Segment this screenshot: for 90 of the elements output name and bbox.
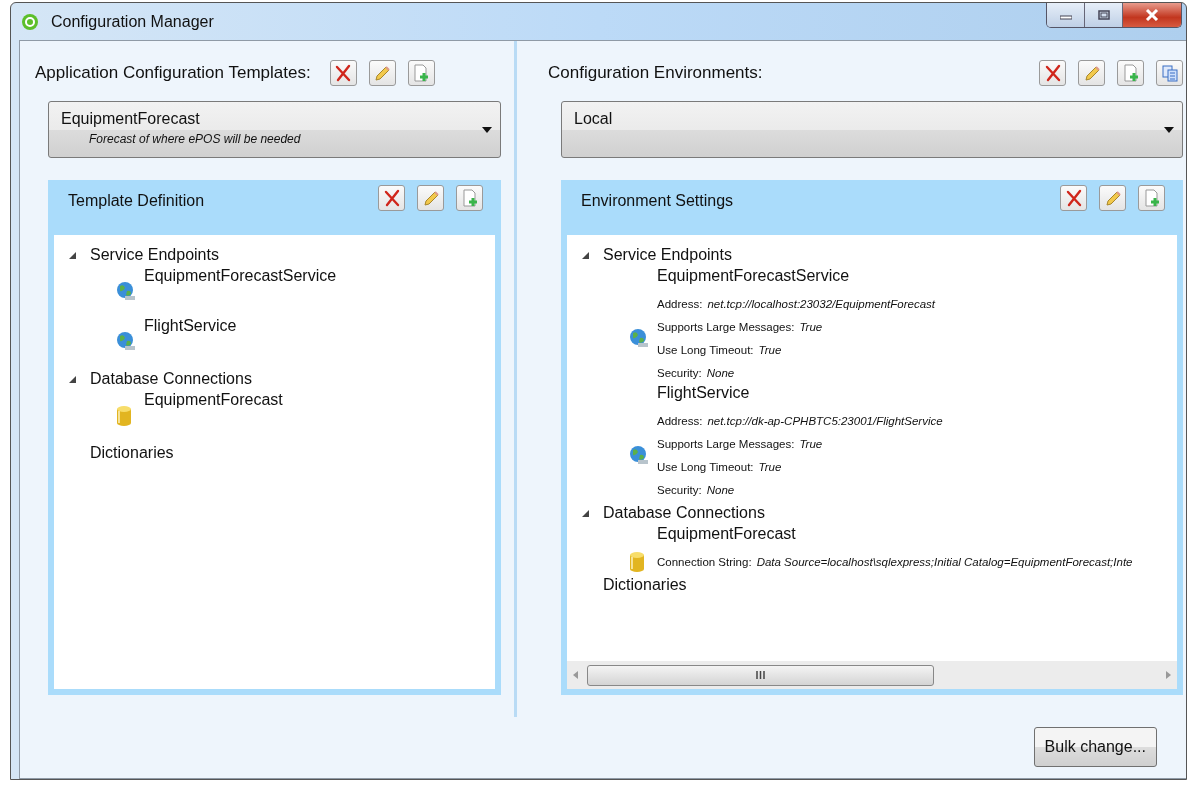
tree-item[interactable]: EquipmentForecast [144,391,283,409]
delete-button[interactable] [1060,185,1087,211]
new-document-icon [1121,64,1140,82]
new-document-icon [412,64,431,82]
property-value: True [758,343,782,356]
dropdown[interactable]: Local [561,101,1183,158]
tree-item[interactable]: Database Connections [90,370,252,388]
app-icon [21,12,39,31]
edit-button[interactable] [1078,60,1105,86]
delete-button[interactable] [378,185,405,211]
pencil-icon [1103,189,1122,207]
property-label: Security: [657,483,702,496]
new-document-icon [460,189,479,207]
expander-icon[interactable] [68,250,77,260]
globe-icon [116,281,136,301]
globe-icon [629,445,649,465]
pencil-icon [1082,64,1101,82]
maximize-icon [1097,10,1110,20]
caret-icon [1164,126,1174,133]
property-label: Address: [657,297,703,310]
property-value: True [799,437,823,450]
add-button[interactable] [1138,185,1165,211]
scroll-right-icon [1165,671,1171,679]
copy-icon [1160,64,1179,82]
tree-item[interactable]: Dictionaries [603,576,687,594]
add-button[interactable] [407,60,435,86]
tree-item[interactable]: EquipmentForecast [657,525,796,550]
section-label: Configuration Environments: [547,63,764,83]
expander-icon[interactable] [68,374,77,384]
delete-icon [1043,64,1062,82]
dropdown[interactable]: EquipmentForecast Forecast of where ePOS will be needed [48,101,501,158]
pencil-icon [421,189,440,207]
description-text: Forecast of where ePOS will be needed [88,132,302,146]
globe-icon [629,328,649,348]
property-value: True [799,320,823,333]
add-button[interactable] [456,185,483,211]
window-title: Configuration Manager [51,12,214,31]
tree-item[interactable]: EquipmentForecastService [657,267,850,292]
property-label: Supports Large Messages: [657,437,795,450]
delete-icon [334,64,353,82]
panel-title: Environment Settings [581,192,734,210]
pencil-icon [373,64,392,82]
delete-icon [1064,189,1083,207]
edit-button[interactable] [417,185,444,211]
tree-item[interactable]: EquipmentForecastService [144,267,337,285]
grip-icon [756,671,765,679]
horizontal-scrollbar[interactable] [567,661,1177,689]
panel-title: Template Definition [68,192,205,210]
delete-icon [382,189,401,207]
globe-icon [116,331,136,351]
selected-value: Local [574,110,614,128]
delete-button[interactable] [329,60,357,86]
property-value: Data Source=localhost\sqlexpress;Initial Catalog=EquipmentForecast;Inte [756,555,1133,568]
tree-item[interactable]: Database Connections [603,504,765,522]
tree-item[interactable]: FlightService [657,384,750,409]
tree-item[interactable]: Service Endpoints [90,246,219,264]
tree-item[interactable]: FlightService [144,317,237,335]
property-label: Address: [657,414,703,427]
close-icon [1145,9,1159,21]
delete-button[interactable] [1039,60,1066,86]
scroll-thumb[interactable] [587,664,934,686]
expander-icon[interactable] [581,508,590,518]
caret-icon [482,126,492,133]
property-label: Connection String: [657,555,752,568]
add-button[interactable] [1117,60,1144,86]
property-label: Supports Large Messages: [657,320,795,333]
database-icon [116,405,132,427]
property-label: Security: [657,366,702,379]
property-label: Use Long Timeout: [657,460,754,473]
edit-button[interactable] [368,60,396,86]
property-value: None [706,366,735,379]
property-label: Use Long Timeout: [657,343,754,356]
expander-icon[interactable] [581,250,590,260]
copy-button[interactable] [1156,60,1183,86]
database-icon [629,550,645,573]
new-document-icon [1142,189,1161,207]
property-value: net.tcp://dk-ap-CPHBTC5:23001/FlightService [707,414,943,427]
minimize-button[interactable] [1047,3,1085,27]
maximize-button[interactable] [1085,3,1123,27]
tree-item[interactable]: Service Endpoints [603,246,732,264]
close-button[interactable] [1123,3,1181,27]
selected-value: EquipmentForecast [61,110,201,128]
edit-button[interactable] [1099,185,1126,211]
property-value: None [706,483,735,496]
property-value: net.tcp://localhost:23032/EquipmentForecast [707,297,935,310]
property-value: True [758,460,782,473]
section-label: Application Configuration Templates: [34,63,311,83]
scroll-left-icon [573,671,579,679]
bulk-change-button[interactable]: Bulk change... [1033,727,1157,767]
tree-item[interactable]: Dictionaries [90,444,174,462]
